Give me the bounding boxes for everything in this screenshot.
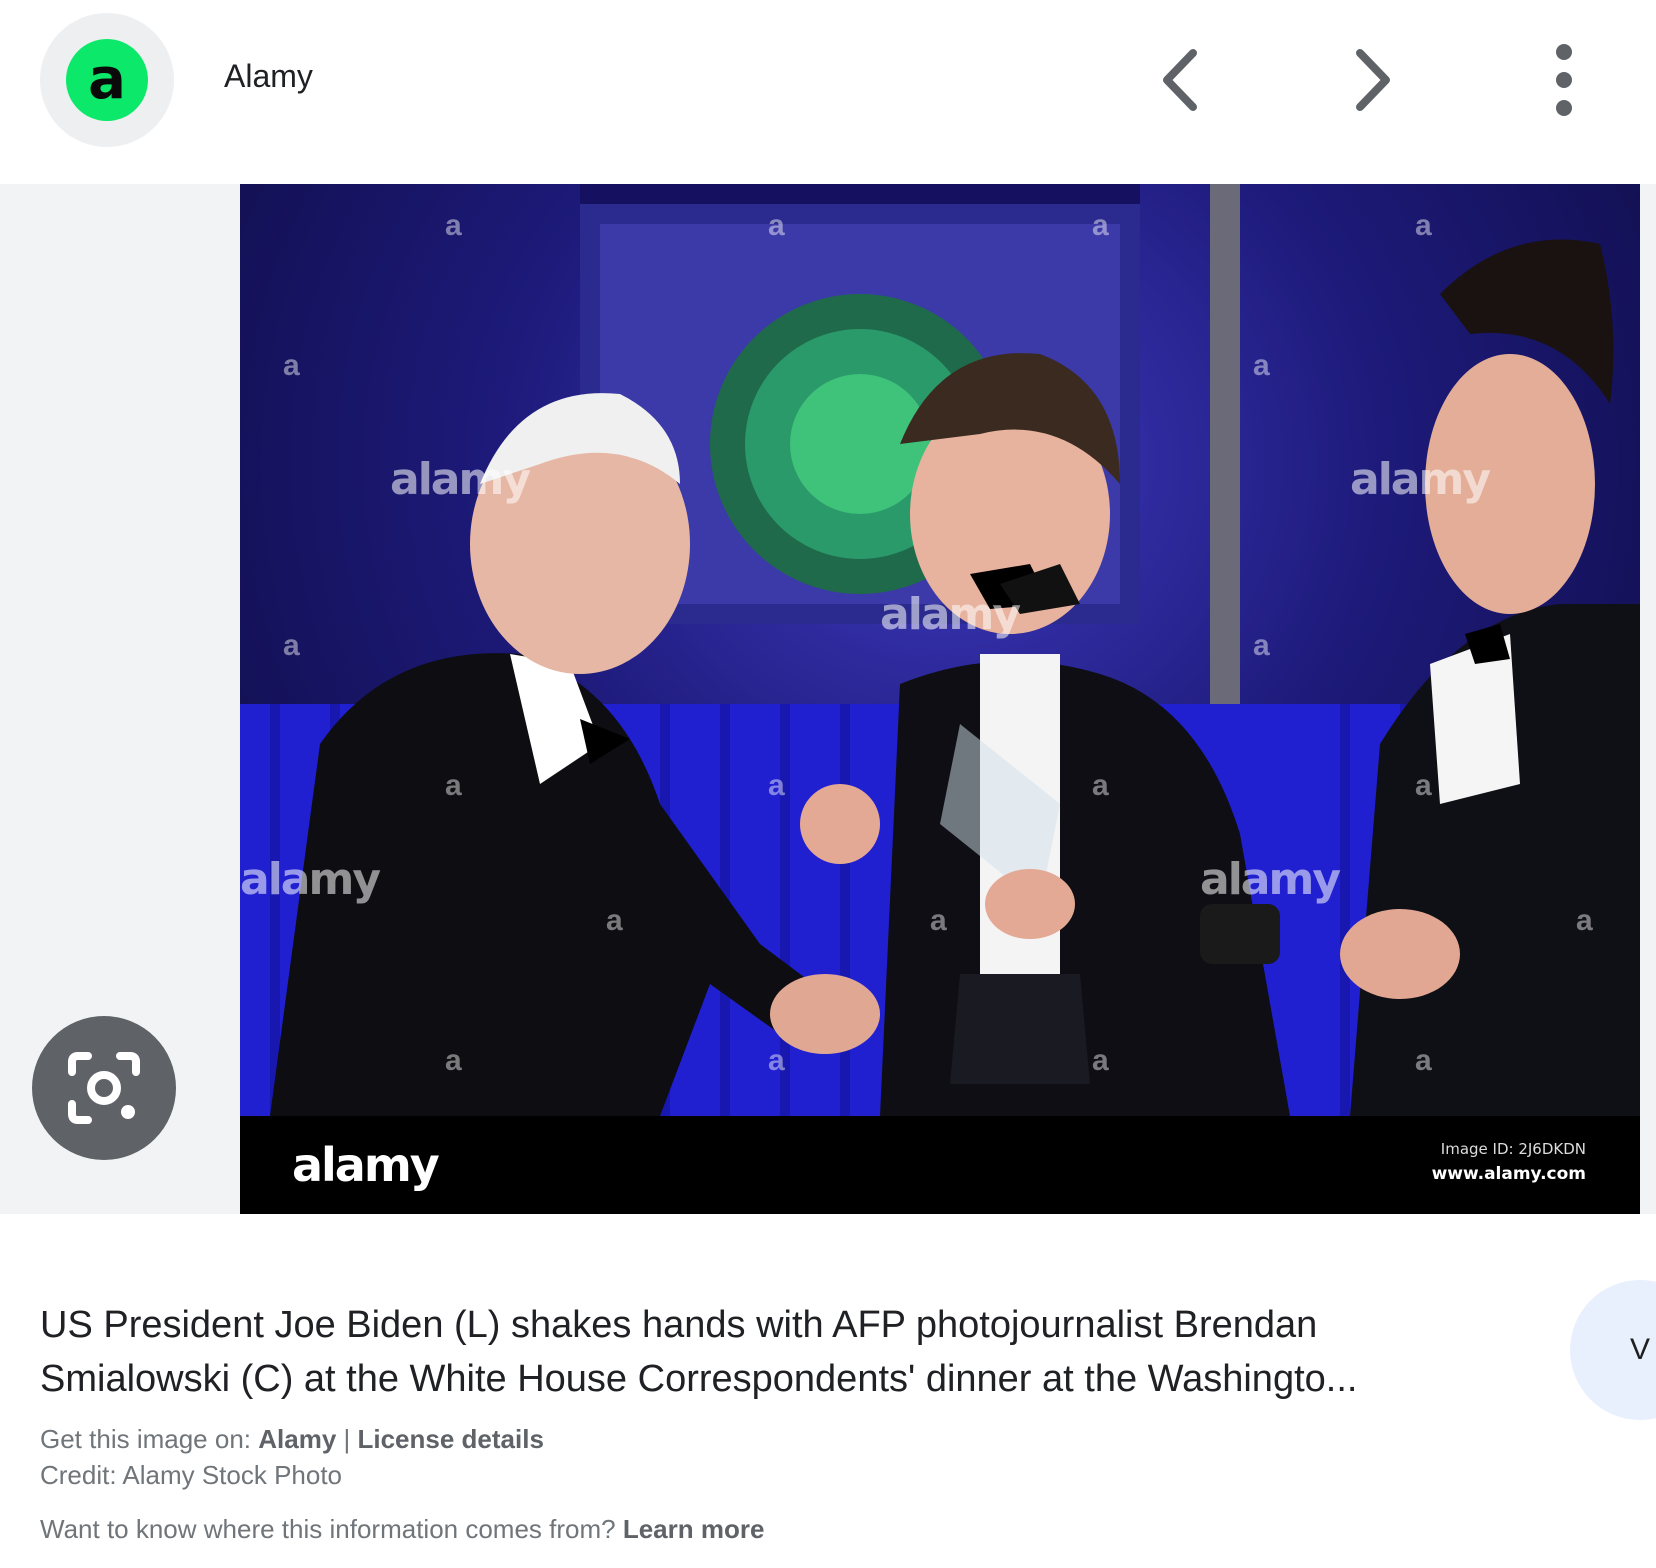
watermark-mark: a	[768, 769, 785, 802]
watermark-logo: alamy	[1200, 854, 1341, 905]
more-options-button[interactable]	[1524, 40, 1604, 120]
watermark-logo: alamy	[390, 454, 531, 505]
visit-button-label: V	[1630, 1333, 1651, 1366]
preview-photo[interactable]: alamy alamy alamy alamy alamy a a a a a …	[240, 184, 1640, 1116]
watermark-mark: a	[768, 209, 785, 242]
image-viewer: alamy alamy alamy alamy alamy a a a a a …	[0, 184, 1656, 1214]
watermark-mark: a	[1415, 1044, 1432, 1077]
image-title[interactable]: US President Joe Biden (L) shakes hands …	[40, 1298, 1520, 1406]
google-lens-button[interactable]	[32, 1016, 176, 1160]
watermark-mark: a	[768, 1044, 785, 1077]
info-question: Want to know where this information come…	[40, 1514, 623, 1544]
watermark-mark: a	[283, 349, 300, 382]
photo-footer-bar: alamy Image ID: 2J6DKDN www.alamy.com	[240, 1116, 1640, 1214]
watermark-mark: a	[1576, 904, 1593, 937]
license-details-link[interactable]: License details	[357, 1424, 543, 1454]
watermark-mark: a	[606, 904, 623, 937]
site-name[interactable]: Alamy	[224, 58, 313, 95]
watermark-mark: a	[445, 209, 462, 242]
watermark-logo: alamy	[1350, 454, 1491, 505]
watermark-mark: a	[1253, 629, 1270, 662]
chevron-left-icon	[1163, 49, 1197, 111]
watermark-mark: a	[1092, 769, 1109, 802]
watermark-mark: a	[283, 629, 300, 662]
watermark-logo: alamy	[240, 854, 381, 905]
chevron-right-icon	[1356, 49, 1390, 111]
image-id-text: Image ID: 2J6DKDN	[1440, 1140, 1586, 1158]
get-image-line: Get this image on: Alamy | License detai…	[40, 1424, 544, 1455]
alamy-footer-logo: alamy	[292, 1138, 440, 1192]
alamy-logo-icon: a	[66, 39, 148, 121]
credit-line: Credit: Alamy Stock Photo	[40, 1460, 343, 1490]
separator: |	[336, 1424, 358, 1454]
watermark-mark: a	[1415, 209, 1432, 242]
watermark-mark: a	[445, 1044, 462, 1077]
info-source-line: Want to know where this information come…	[40, 1514, 764, 1545]
watermark-logo: alamy	[880, 589, 1021, 640]
header-bar: a Alamy	[0, 0, 1656, 160]
watermark-mark: a	[1253, 349, 1270, 382]
watermark-mark: a	[930, 904, 947, 937]
get-image-prefix: Get this image on:	[40, 1424, 259, 1454]
watermark-mark: a	[1092, 1044, 1109, 1077]
source-link[interactable]: Alamy	[258, 1424, 336, 1454]
image-url-text: www.alamy.com	[1431, 1164, 1586, 1184]
previous-button[interactable]	[1140, 40, 1220, 120]
site-favicon[interactable]: a	[40, 13, 174, 147]
watermark-mark: a	[1092, 209, 1109, 242]
learn-more-link[interactable]: Learn more	[623, 1514, 765, 1544]
lens-icon	[68, 1052, 140, 1124]
visit-button[interactable]: V	[1570, 1280, 1656, 1420]
watermark-mark: a	[445, 769, 462, 802]
photo-illustration	[240, 184, 1640, 1116]
image-title-line-2: Smialowski (C) at the White House Corres…	[40, 1358, 1358, 1400]
more-vert-icon	[1556, 44, 1572, 116]
photo-footer-meta: Image ID: 2J6DKDN www.alamy.com	[1432, 1140, 1586, 1184]
image-title-line-1: US President Joe Biden (L) shakes hands …	[40, 1304, 1318, 1346]
watermark-mark: a	[1415, 769, 1432, 802]
next-button[interactable]	[1333, 40, 1413, 120]
